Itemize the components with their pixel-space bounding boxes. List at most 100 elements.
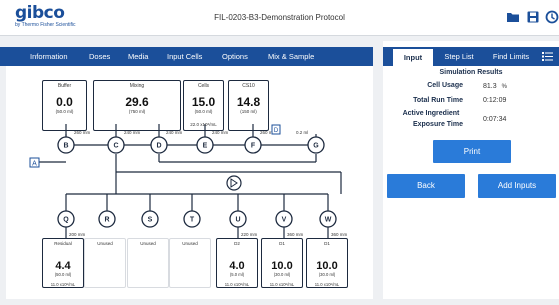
container-name: Unused [140, 241, 156, 246]
valve-a-label: A [32, 161, 37, 168]
container-concentration: 22.0 x10⁶/mL [190, 122, 217, 127]
tubing-lines [37, 134, 342, 211]
tab-input[interactable]: Input [393, 49, 433, 66]
logo-subtext: by Thermo Fisher Scientific [15, 22, 76, 28]
container-name: D1 [279, 241, 285, 246]
container-value: 10.0 [316, 260, 338, 272]
container-cells[interactable]: Cells 15.0 (50.0 ml) 22.0 x10⁶/mL [183, 80, 224, 131]
top-bar: gibco by Thermo Fisher Scientific FIL-02… [0, 0, 559, 36]
container-volume: (30.0 ml) [273, 272, 291, 277]
container-d2[interactable]: D2 4.0 (5.0 ml) 11.0 x10⁶/mL [216, 238, 258, 288]
valve-label: C [113, 143, 118, 150]
nav-media[interactable]: Media [128, 52, 148, 61]
filter-label: D [274, 128, 279, 134]
container-volume: (50.0 ml) [194, 109, 213, 114]
valve-label: G [313, 143, 319, 150]
right-panel: Input Step List Find Limits Simulation R… [383, 41, 559, 299]
nav-options[interactable]: Options [222, 52, 248, 61]
cell-usage-number: 81.3 [483, 83, 497, 90]
container-name: CS10 [242, 83, 255, 89]
valve-label: S [148, 217, 153, 224]
container-value: 4.4 [55, 260, 71, 272]
valve-s[interactable]: S [141, 194, 159, 228]
tubing-length-label: 360 mm [331, 232, 348, 237]
nav-doses[interactable]: Doses [89, 52, 110, 61]
save-icon[interactable] [526, 10, 540, 24]
valve-label: U [235, 217, 240, 224]
exposure-label-line1: Active Ingredient [402, 110, 460, 117]
add-inputs-button[interactable]: Add Inputs [478, 174, 556, 198]
container-unused[interactable]: Unused [127, 238, 169, 288]
nav-mix-sample[interactable]: Mix & Sample [268, 52, 314, 61]
container-unused[interactable]: Unused [169, 238, 211, 288]
container-value: 15.0 [191, 95, 216, 109]
container-value: 10.0 [271, 260, 293, 272]
tubing-length-label: 0.2 ml [296, 130, 308, 135]
container-concentration: 11.0 x10⁶/mL [269, 282, 295, 287]
exposure-label-line2: Exposure Time [412, 121, 463, 128]
container-residual[interactable]: Residual 4.4 (50.0 ml) 11.0 x10⁶/mL [42, 238, 84, 288]
container-name: Mixing [129, 83, 145, 89]
back-button[interactable]: Back [387, 174, 465, 198]
list-icon[interactable] [542, 51, 553, 62]
valve-label: D [156, 143, 161, 150]
bottom-valves: Q 200 mm R S T U 220 mm V 360 mm W 360 mm [57, 194, 348, 238]
container-cs10[interactable]: CS10 14.8 (150 ml) [228, 80, 269, 131]
folder-icon[interactable] [506, 10, 520, 24]
protocol-title: FIL-0203-B3-Demonstration Protocol [214, 13, 345, 22]
container-value: 29.6 [125, 95, 149, 109]
valve-label: V [282, 217, 287, 224]
cell-usage-value: 81.3 % [483, 83, 507, 90]
container-unused[interactable]: Unused [84, 238, 126, 288]
nav-input-cells[interactable]: Input Cells [167, 52, 202, 61]
container-value: 0.0 [56, 95, 73, 109]
tab-find-limits[interactable]: Find Limits [485, 47, 537, 66]
tubing-length-label: 360 mm [287, 232, 304, 237]
valve-label: W [325, 217, 332, 224]
container-value: 14.8 [236, 95, 261, 109]
pump-icon [226, 175, 242, 191]
tab-step-list[interactable]: Step List [436, 47, 482, 66]
container-name: Residual [54, 241, 72, 246]
tubing-length-label: 220 mm [241, 232, 258, 237]
fluid-path-diagram: A B 260 mm C 240 mm D 240 mm E 240 mm F 260 mm G 0.… [6, 66, 373, 299]
container-name: D2 [234, 241, 240, 246]
panel-tabs: Input Step List Find Limits [383, 47, 559, 66]
main-nav: Information Doses Media Input Cells Opti… [0, 47, 373, 66]
nav-information[interactable]: Information [30, 52, 68, 61]
exposure-time-value: 0:07:34 [483, 116, 507, 123]
container-value: 4.0 [229, 260, 245, 272]
valve-t[interactable]: T [183, 194, 201, 228]
container-d1[interactable]: D1 10.0 (30.0 ml) 11.0 x10⁶/mL [306, 238, 348, 288]
valve-label: F [251, 143, 256, 150]
container-name: Cells [197, 83, 210, 89]
container-name: Buffer [57, 83, 72, 89]
container-volume: (50.0 ml) [54, 272, 72, 277]
valve-label: E [203, 143, 208, 150]
simulation-results-title: Simulation Results [439, 69, 503, 76]
container-volume: (30.0 ml) [318, 272, 336, 277]
container-concentration: 11.0 x10⁶/mL [314, 282, 340, 287]
container-d1[interactable]: D1 10.0 (30.0 ml) 11.0 x10⁶/mL [261, 238, 303, 288]
container-name: D1 [324, 241, 330, 246]
container-name: Unused [97, 241, 113, 246]
valve-label: Q [63, 217, 69, 224]
cell-usage-unit: % [501, 84, 507, 90]
valve-r[interactable]: R [98, 194, 116, 228]
container-buffer[interactable]: Buffer 0.0 (50.0 ml) [42, 80, 87, 131]
container-concentration: 11.0 x10⁶/mL [224, 282, 250, 287]
valve-label: B [63, 143, 68, 150]
container-name: Unused [182, 241, 198, 246]
container-volume: (150 ml) [240, 109, 257, 114]
filter-box: D [271, 124, 281, 135]
refresh-icon[interactable] [545, 10, 559, 24]
container-mixing[interactable]: Mixing 29.6 (750 ml) [93, 80, 181, 131]
valve-g[interactable]: G [307, 134, 325, 154]
valve-label: R [104, 217, 109, 224]
valve-label: T [190, 217, 195, 224]
print-button[interactable]: Print [433, 140, 511, 163]
container-concentration: 11.0 x10⁶/mL [50, 282, 76, 287]
tubing-length-label: 200 mm [69, 232, 86, 237]
container-volume: (50.0 ml) [55, 109, 74, 114]
valve-a[interactable]: A [29, 157, 40, 168]
